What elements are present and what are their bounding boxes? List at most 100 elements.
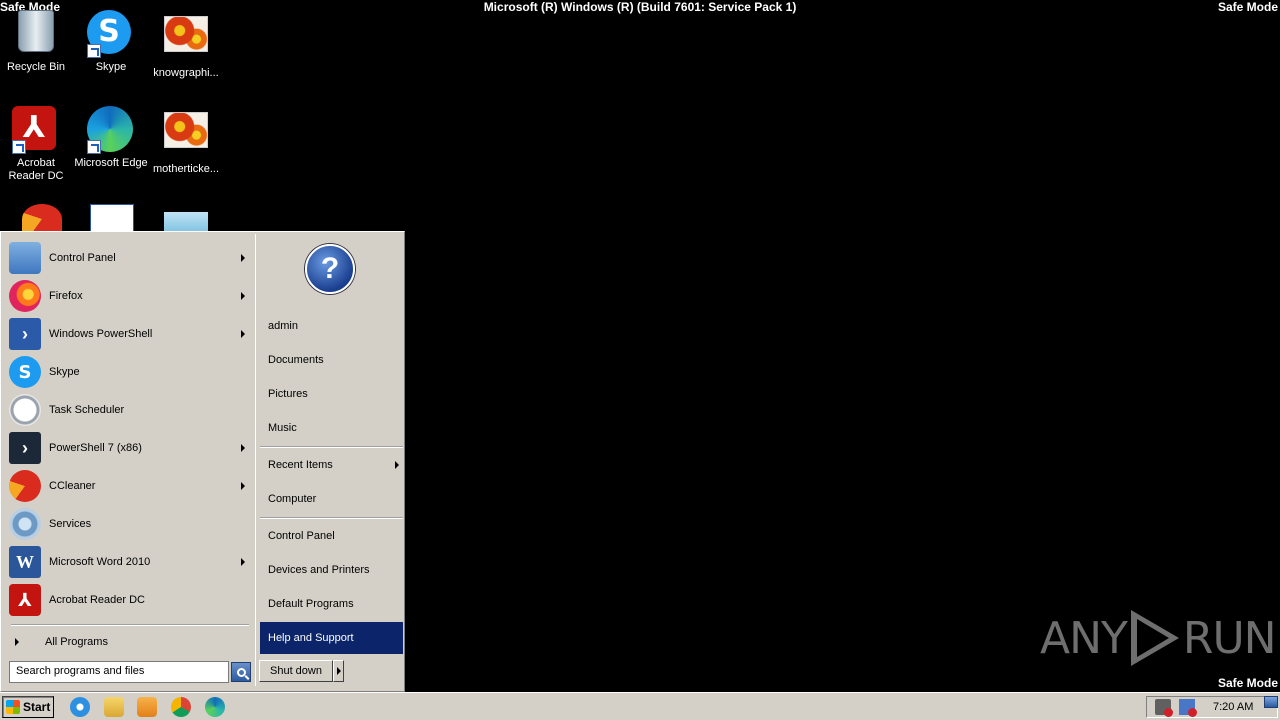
desktop-icon-label: Acrobat Reader DC	[8, 157, 64, 182]
play-logo-icon	[1130, 610, 1179, 666]
program-label: Services	[49, 518, 92, 530]
link-documents[interactable]: Documents	[260, 344, 403, 376]
link-devices-and-printers[interactable]: Devices and Printers	[260, 554, 403, 586]
image-file-icon	[162, 16, 210, 64]
separator	[260, 446, 403, 448]
program-services[interactable]: Services	[9, 506, 253, 542]
shutdown-options-button[interactable]	[333, 660, 344, 682]
desktop-icon-skype[interactable]: S Skype	[73, 10, 149, 74]
firefox-icon	[9, 280, 41, 312]
program-control-panel[interactable]: Control Panel	[9, 240, 253, 276]
desktop-icon-edge[interactable]: Microsoft Edge	[73, 106, 149, 170]
program-acrobat-reader[interactable]: ⅄ Acrobat Reader DC	[9, 582, 253, 618]
desktop-icon-acrobat[interactable]: ⅄ Acrobat Reader DC	[0, 106, 74, 183]
link-help-and-support[interactable]: Help and Support	[260, 622, 403, 654]
word-document-icon[interactable]	[90, 204, 134, 234]
chrome-icon[interactable]	[171, 697, 191, 717]
edge-icon[interactable]	[205, 697, 225, 717]
search-button[interactable]	[231, 662, 251, 682]
separator	[11, 624, 249, 626]
link-default-programs[interactable]: Default Programs	[260, 588, 403, 620]
all-programs-button[interactable]: All Programs	[11, 632, 251, 652]
internet-explorer-icon[interactable]	[70, 697, 90, 717]
program-label: Skype	[49, 366, 80, 378]
media-player-icon[interactable]	[137, 697, 157, 717]
shortcut-arrow-icon	[87, 44, 101, 58]
desktop-icon-recycle-bin[interactable]: Recycle Bin	[0, 10, 74, 74]
powershell7-icon: ›	[9, 432, 41, 464]
submenu-arrow-icon	[241, 444, 245, 452]
acrobat-icon: ⅄	[9, 584, 41, 616]
link-label: Recent Items	[268, 459, 333, 471]
submenu-arrow-icon	[241, 330, 245, 338]
acrobat-icon: ⅄	[12, 106, 60, 154]
link-admin[interactable]: admin	[260, 310, 403, 342]
start-menu-places-pane: ? admin Documents Pictures Music Recent …	[255, 234, 403, 686]
powershell-icon: ›	[9, 318, 41, 350]
program-label: Acrobat Reader DC	[49, 594, 145, 606]
show-desktop-icon[interactable]	[1264, 696, 1278, 708]
windows-logo-icon	[6, 700, 20, 714]
separator	[260, 517, 403, 519]
program-label: Task Scheduler	[49, 404, 125, 416]
start-button[interactable]: Start	[2, 696, 54, 718]
submenu-arrow-icon	[241, 292, 245, 300]
link-recent-items[interactable]: Recent Items	[260, 449, 403, 481]
safe-mode-label-bottom-right: Safe Mode	[1217, 676, 1278, 690]
error-badge-icon	[1188, 708, 1197, 717]
error-badge-icon	[1164, 708, 1173, 717]
link-pictures[interactable]: Pictures	[260, 378, 403, 410]
services-icon	[9, 508, 41, 540]
recycle-bin-icon	[12, 10, 60, 58]
search-icon	[236, 667, 246, 677]
anyrun-watermark: ANY RUN	[1040, 608, 1277, 668]
shortcut-arrow-icon	[87, 140, 101, 154]
start-menu: Control Panel Firefox › Windows PowerShe…	[0, 231, 405, 692]
ccleaner-icon	[9, 470, 41, 502]
program-label: Control Panel	[49, 252, 116, 264]
desktop-icon-label: Skype	[95, 61, 127, 73]
program-windows-powershell[interactable]: › Windows PowerShell	[9, 316, 253, 352]
all-programs-label: All Programs	[45, 636, 108, 648]
program-task-scheduler[interactable]: Task Scheduler	[9, 392, 253, 428]
program-label: CCleaner	[49, 480, 96, 492]
clock[interactable]: 7:20 AM	[1213, 701, 1253, 713]
program-powershell-7[interactable]: › PowerShell 7 (x86)	[9, 430, 253, 466]
program-microsoft-word[interactable]: W Microsoft Word 2010	[9, 544, 253, 580]
watermark-right-text: RUN	[1182, 612, 1277, 664]
desktop-icon-label: Microsoft Edge	[74, 157, 148, 169]
watermark-left-text: ANY	[1040, 612, 1128, 664]
link-control-panel[interactable]: Control Panel	[260, 520, 403, 552]
network-icon[interactable]	[1179, 699, 1197, 717]
program-label: Windows PowerShell	[49, 328, 153, 340]
submenu-arrow-icon	[241, 558, 245, 566]
desktop-icon-label: Recycle Bin	[6, 61, 66, 73]
submenu-arrow-icon	[241, 254, 245, 262]
program-ccleaner[interactable]: CCleaner	[9, 468, 253, 504]
explorer-icon[interactable]	[104, 697, 124, 717]
program-firefox[interactable]: Firefox	[9, 278, 253, 314]
start-menu-programs-pane: Control Panel Firefox › Windows PowerShe…	[3, 234, 253, 686]
link-music[interactable]: Music	[260, 412, 403, 444]
expand-arrow-icon	[15, 638, 19, 646]
edge-icon	[87, 106, 135, 154]
task-scheduler-icon	[9, 394, 41, 426]
desktop-icon-motherticke[interactable]: motherticke...	[148, 106, 224, 176]
shutdown-button[interactable]: Shut down	[259, 660, 333, 682]
link-computer[interactable]: Computer	[260, 483, 403, 515]
volume-icon[interactable]	[1155, 699, 1173, 717]
chevron-right-icon	[336, 667, 341, 675]
taskbar: Start 7:20 AM	[0, 692, 1280, 720]
desktop-icon-knowgraphi[interactable]: knowgraphi...	[148, 10, 224, 80]
program-label: Firefox	[49, 290, 83, 302]
program-skype[interactable]: S Skype	[9, 354, 253, 390]
search-input[interactable]: Search programs and files	[9, 661, 229, 683]
ccleaner-icon[interactable]	[22, 204, 62, 234]
safe-mode-label-top-right: Safe Mode	[1217, 0, 1278, 14]
desktop-icon-label: knowgraphi...	[153, 67, 219, 79]
help-picture-icon: ?	[305, 244, 355, 294]
shortcut-arrow-icon	[12, 140, 26, 154]
program-label: Microsoft Word 2010	[49, 556, 151, 568]
start-label: Start	[23, 700, 51, 714]
submenu-arrow-icon	[395, 461, 399, 469]
